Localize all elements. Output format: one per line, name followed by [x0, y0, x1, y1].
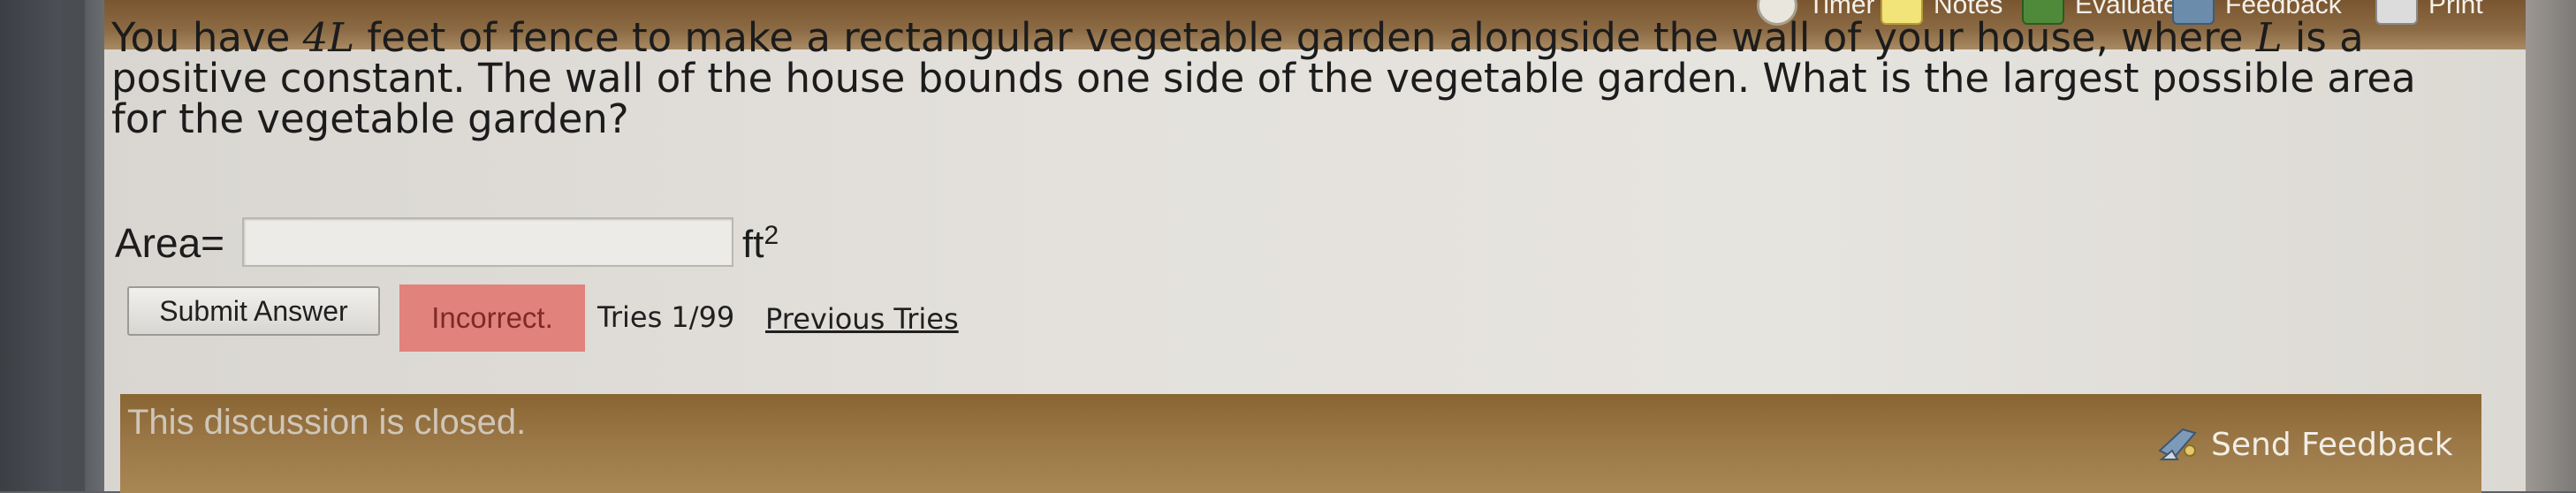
unit-exponent: 2 — [764, 221, 779, 250]
unit-label: ft2 — [742, 217, 779, 272]
area-label: Area= — [115, 220, 225, 266]
window-left-edge — [0, 0, 104, 491]
previous-tries-link[interactable]: Previous Tries — [765, 302, 959, 336]
print-label: Print — [2428, 0, 2483, 19]
send-feedback-icon — [2158, 428, 2197, 460]
tries-count: Tries 1/99 — [597, 300, 735, 334]
send-feedback-label: Send Feedback — [2211, 426, 2453, 463]
scrollbar[interactable] — [62, 0, 85, 491]
answer-row: Area= ft2 — [115, 217, 779, 272]
status-badge: Incorrect. — [399, 284, 585, 352]
submit-answer-button[interactable]: Submit Answer — [127, 286, 380, 336]
area-input[interactable] — [242, 217, 734, 267]
send-feedback-button[interactable]: Send Feedback — [2156, 424, 2453, 465]
discussion-closed-text: This discussion is closed. — [127, 403, 527, 442]
unit-base: ft — [742, 223, 764, 266]
window-right-edge — [2526, 0, 2576, 491]
problem-statement: You have 4L feet of fence to make a rect… — [111, 18, 2427, 140]
